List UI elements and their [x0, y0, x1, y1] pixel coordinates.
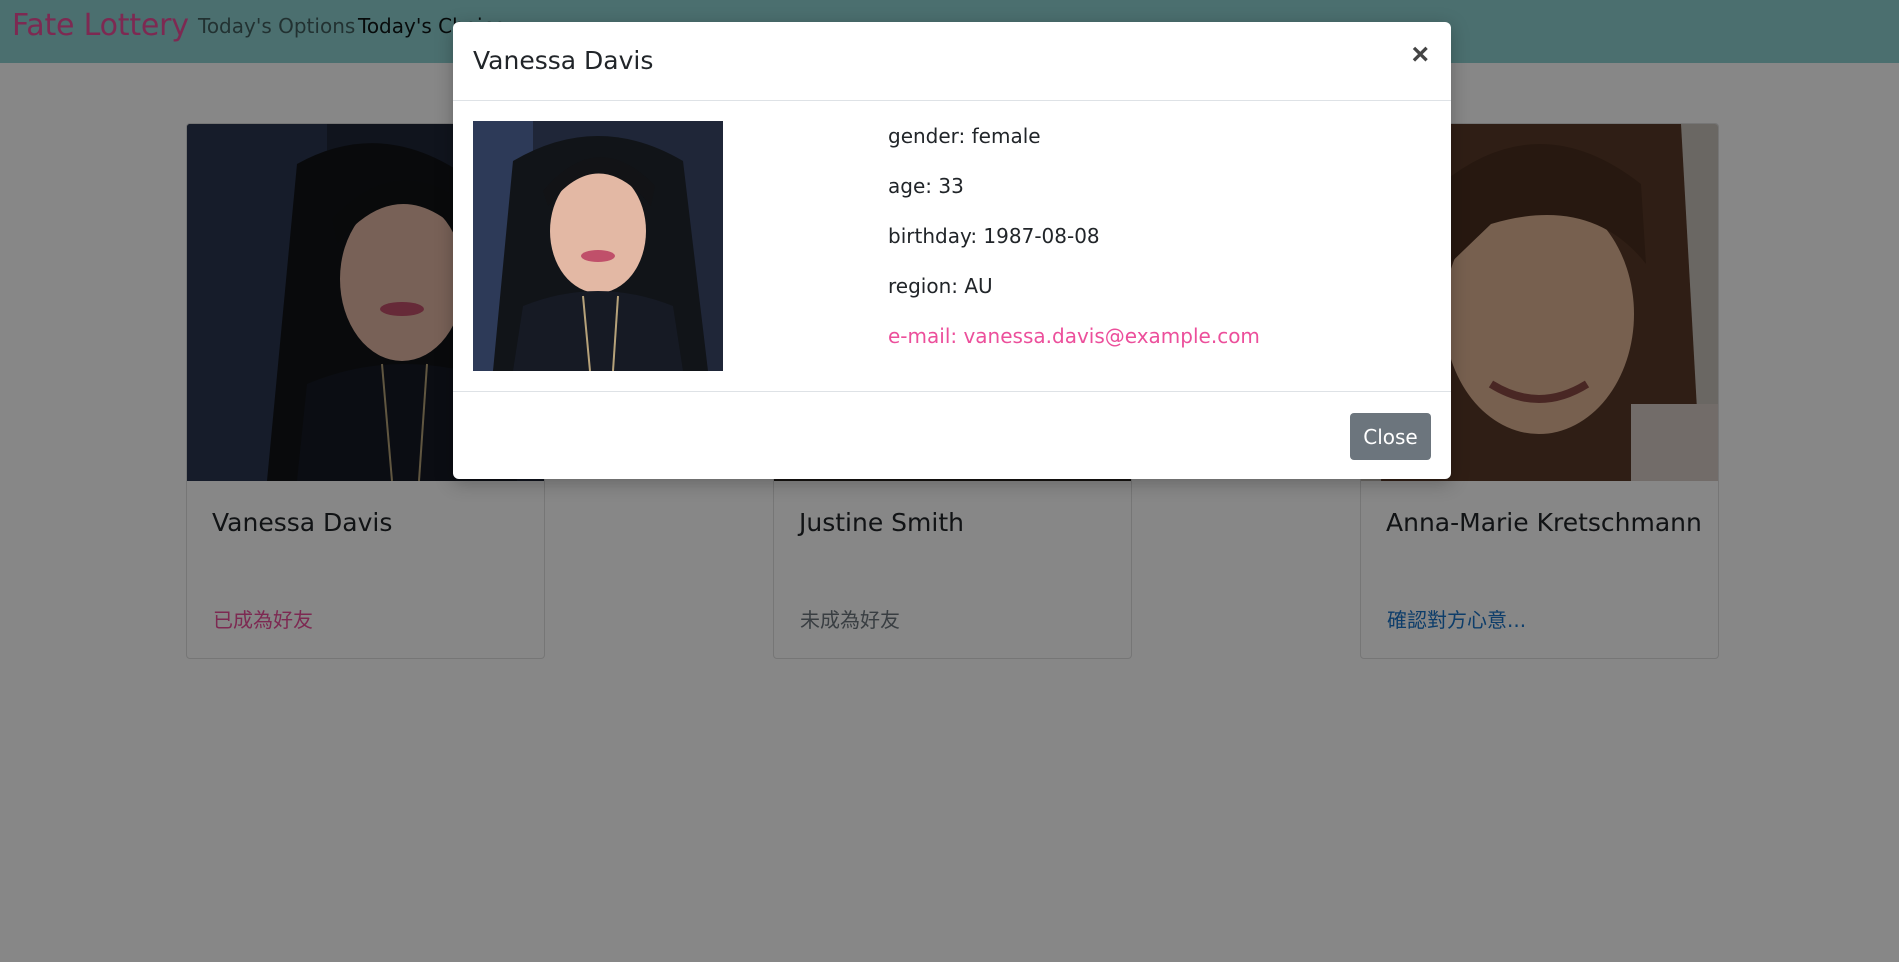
info-email-link[interactable]: e-mail: vanessa.davis@example.com: [888, 324, 1260, 348]
profile-modal: Vanessa Davis × gender: female age: 33 b…: [453, 22, 1451, 479]
info-birthday: birthday: 1987-08-08: [888, 224, 1100, 248]
close-button[interactable]: Close: [1350, 413, 1431, 460]
info-region: region: AU: [888, 274, 993, 298]
info-gender: gender: female: [888, 124, 1041, 148]
modal-title: Vanessa Davis: [473, 46, 654, 75]
close-icon[interactable]: ×: [1411, 40, 1429, 70]
modal-footer: Close: [453, 391, 1451, 480]
info-age: age: 33: [888, 174, 964, 198]
modal-header: Vanessa Davis ×: [453, 22, 1451, 101]
modal-profile-photo: [473, 121, 723, 371]
